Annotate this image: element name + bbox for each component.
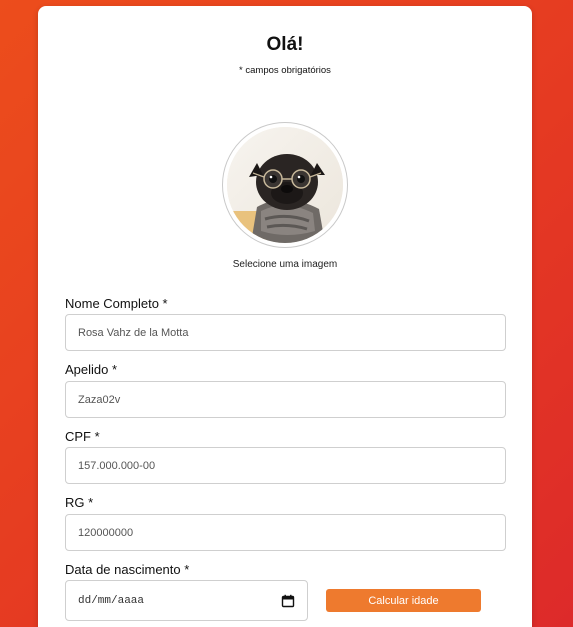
form-card: Olá! * campos obrigatórios Selecione uma… (38, 6, 532, 627)
calendar-icon[interactable] (281, 594, 295, 608)
nickname-label: Apelido * (65, 362, 118, 377)
avatar-caption[interactable]: Selecione uma imagem (38, 259, 532, 270)
pug-photo (227, 127, 343, 243)
full-name-label: Nome Completo * (65, 296, 168, 311)
page-title: Olá! (266, 34, 304, 55)
calculate-age-button[interactable]: Calcular idade (326, 589, 481, 612)
rg-label: RG * (65, 495, 94, 510)
rg-input[interactable] (65, 514, 506, 551)
avatar-picker[interactable] (222, 122, 348, 248)
nickname-input[interactable] (65, 381, 506, 418)
full-name-input[interactable] (65, 314, 506, 351)
birthdate-input[interactable]: dd/mm/aaaa (65, 580, 308, 621)
birthdate-label: Data de nascimento * (65, 562, 190, 577)
cpf-label: CPF * (65, 429, 100, 444)
cpf-input[interactable] (65, 447, 506, 484)
birthdate-placeholder: dd/mm/aaaa (78, 594, 145, 607)
avatar-image[interactable] (227, 127, 343, 243)
required-note: * campos obrigatórios (239, 65, 331, 76)
